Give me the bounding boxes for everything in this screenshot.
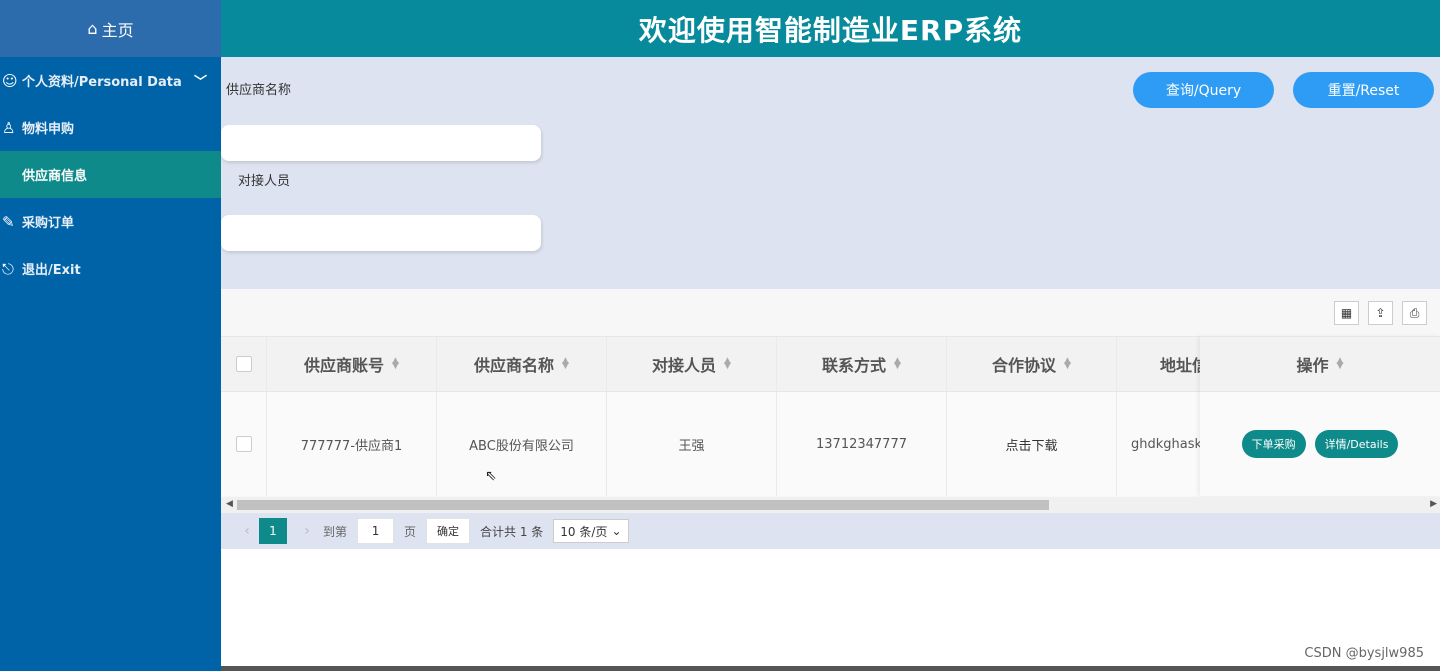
- cell-account: 777777-供应商1: [267, 392, 437, 496]
- confirm-page-button[interactable]: 确定: [426, 518, 471, 544]
- page-size-select[interactable]: 10 条/页 ⌄: [553, 519, 629, 543]
- agreement-download-link[interactable]: 点击下载: [947, 392, 1117, 496]
- horizontal-scrollbar[interactable]: ◀ ▶: [221, 497, 1440, 513]
- cell-contact: 王强: [607, 392, 777, 496]
- column-header[interactable]: 供应商账号 ▲ ▼: [267, 337, 437, 391]
- sort-icon[interactable]: ▲ ▼: [894, 357, 901, 371]
- select-all-checkbox[interactable]: [235, 356, 252, 372]
- page-unit-label: 页: [404, 524, 417, 539]
- total-count: 合计共 1 条: [480, 524, 544, 539]
- sidebar-item-label: 个人资料/Personal Data: [22, 75, 182, 90]
- scrollbar-thumb[interactable]: [237, 500, 1049, 510]
- contact-person-input[interactable]: [221, 215, 541, 251]
- user-list-icon: ☺: [2, 71, 18, 90]
- current-page-button[interactable]: 1: [259, 518, 287, 544]
- action-column-header[interactable]: 操作 ▲ ▼: [1200, 336, 1440, 392]
- pagination: ‹ 1 › 到第 1 页 确定 合计共 1 条 10 条/页 ⌄: [221, 513, 1440, 549]
- export-icon[interactable]: ⇪: [1368, 301, 1393, 325]
- exit-icon: ⎋: [2, 259, 14, 278]
- home-icon: ⌂: [87, 19, 98, 38]
- query-button[interactable]: 查询/Query: [1133, 72, 1274, 108]
- edit-icon: ✎: [2, 212, 15, 231]
- sidebar: ⌂ 主页 ☺ 个人资料/Personal Data ﹀ ♙ 物料申购 供应商信息…: [0, 0, 221, 671]
- column-header-label: 合作协议: [992, 356, 1057, 375]
- select-all-cell: [221, 337, 267, 391]
- sidebar-item-label: 退出/Exit: [22, 263, 81, 278]
- sort-icon[interactable]: ▲ ▼: [1064, 357, 1071, 371]
- reset-button[interactable]: 重置/Reset: [1293, 72, 1434, 108]
- goto-label: 到第: [323, 524, 348, 539]
- sidebar-item-supplier-info[interactable]: 供应商信息: [0, 151, 221, 198]
- sidebar-item-purchase-order[interactable]: ✎ 采购订单: [0, 198, 221, 245]
- column-header[interactable]: 供应商名称 ▲ ▼: [437, 337, 607, 391]
- column-header[interactable]: 对接人员 ▲ ▼: [607, 337, 777, 391]
- scroll-left-icon[interactable]: ◀: [226, 499, 233, 509]
- columns-icon[interactable]: ▦: [1334, 301, 1359, 325]
- search-panel: 供应商名称 对接人员 查询/Query 重置/Reset: [221, 57, 1440, 289]
- sort-icon[interactable]: ▲ ▼: [1337, 357, 1344, 371]
- chevron-down-icon: ﹀: [193, 75, 207, 90]
- column-header[interactable]: 联系方式 ▲ ▼: [777, 337, 947, 391]
- supplier-name-input[interactable]: [221, 125, 541, 161]
- row-checkbox[interactable]: [235, 436, 252, 452]
- sidebar-item-personal-data[interactable]: ☺ 个人资料/Personal Data ﹀: [0, 57, 221, 104]
- column-header-label: 供应商账号: [304, 356, 385, 375]
- page-size-value: 10 条/页: [560, 524, 608, 539]
- page-number-input[interactable]: 1: [357, 518, 395, 544]
- supplier-name-label: 供应商名称: [226, 83, 292, 98]
- sidebar-item-material-purchase[interactable]: ♙ 物料申购: [0, 104, 221, 151]
- table-panel: ▦ ⇪ ⎙ 供应商账号 ▲ ▼ 供应商名称 ▲ ▼ 对接人员 ▲ ▼ 联系方式 ▲ ▼ …: [221, 289, 1440, 513]
- row-select-cell: [221, 392, 267, 496]
- column-header-label: 对接人员: [652, 356, 717, 375]
- scroll-right-icon[interactable]: ▶: [1430, 499, 1437, 509]
- column-header[interactable]: 合作协议 ▲ ▼: [947, 337, 1117, 391]
- column-header-label: 操作: [1296, 356, 1329, 375]
- column-header-label: 供应商名称: [474, 356, 555, 375]
- header: 欢迎使用智能制造业ERP系统: [221, 0, 1440, 57]
- sort-icon[interactable]: ▲ ▼: [392, 357, 399, 371]
- sidebar-home[interactable]: ⌂ 主页: [0, 0, 221, 57]
- next-page-icon[interactable]: ›: [295, 523, 319, 539]
- print-icon[interactable]: ⎙: [1402, 301, 1427, 325]
- sidebar-item-label: 供应商信息: [22, 169, 88, 184]
- sidebar-item-exit[interactable]: ⎋ 退出/Exit: [0, 245, 221, 292]
- user-icon: ♙: [2, 118, 16, 137]
- action-column: 操作 ▲ ▼ 下单采购 详情/Details: [1200, 336, 1440, 496]
- action-cell: 下单采购 详情/Details: [1200, 392, 1440, 496]
- sidebar-item-label: 物料申购: [22, 122, 75, 137]
- sidebar-item-label: 采购订单: [22, 216, 75, 231]
- chevron-down-icon: ⌄: [611, 524, 622, 538]
- watermark: CSDN @bysjlw985: [1304, 646, 1424, 661]
- sort-icon[interactable]: ▲ ▼: [562, 357, 569, 371]
- cell-name: ABC股份有限公司: [437, 392, 607, 496]
- contact-person-label: 对接人员: [238, 174, 291, 189]
- prev-page-icon[interactable]: ‹: [235, 523, 259, 539]
- page-title: 欢迎使用智能制造业ERP系统: [638, 13, 1023, 47]
- place-order-button[interactable]: 下单采购: [1241, 430, 1306, 458]
- column-header-label: 联系方式: [822, 356, 887, 375]
- details-button[interactable]: 详情/Details: [1314, 430, 1399, 458]
- sort-icon[interactable]: ▲ ▼: [724, 357, 731, 371]
- bottom-bar: [221, 666, 1440, 671]
- mouse-cursor-icon: ⇖: [485, 468, 497, 484]
- cell-phone: 13712347777: [777, 392, 947, 496]
- sidebar-home-label: 主页: [101, 20, 134, 40]
